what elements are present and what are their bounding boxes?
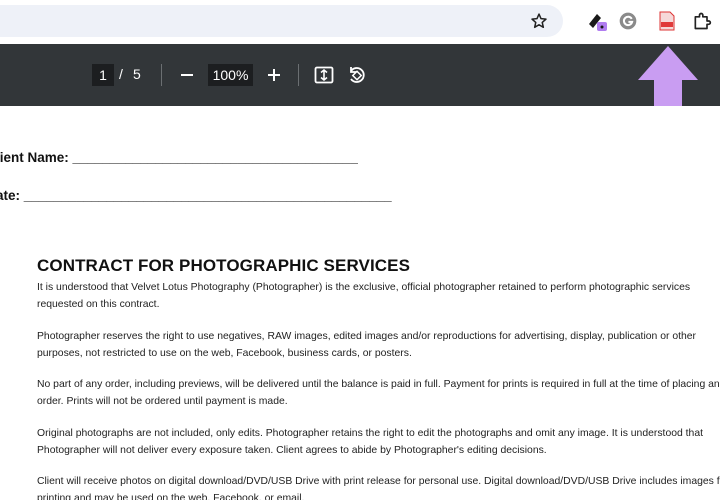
rotate-button[interactable] xyxy=(345,63,369,87)
minus-icon xyxy=(181,74,193,76)
extensions-menu-button[interactable] xyxy=(689,8,715,34)
page-separator: / xyxy=(119,66,123,82)
page-number-input[interactable]: 1 xyxy=(92,64,114,86)
pen-extension-icon xyxy=(589,14,607,31)
date-field: ate: ___________________________________… xyxy=(0,188,392,203)
paragraph: Original photographs are not included, o… xyxy=(37,428,703,456)
pdf-viewer-window: 1 / 5 100% lient Name: _________________… xyxy=(0,0,720,500)
pdf-page: lient Name: ____________________________… xyxy=(0,106,720,500)
puzzle-icon xyxy=(694,12,712,30)
toolbar-divider xyxy=(161,64,162,86)
star-icon xyxy=(531,13,547,29)
client-name-field: lient Name: ____________________________… xyxy=(0,150,358,165)
paragraph: Client will receive photos on digital do… xyxy=(37,476,720,500)
fit-to-page-button[interactable] xyxy=(312,63,336,87)
zoom-level-input[interactable]: 100% xyxy=(208,64,253,86)
fit-page-icon xyxy=(314,66,334,84)
address-bar[interactable] xyxy=(0,5,563,37)
zoom-in-button[interactable] xyxy=(263,64,285,86)
zoom-out-button[interactable] xyxy=(176,64,198,86)
extension-grammar-button[interactable] xyxy=(615,8,641,34)
bookmark-star-button[interactable] xyxy=(527,9,551,33)
extension-pdf-button[interactable] xyxy=(654,8,680,34)
rotate-icon xyxy=(350,67,365,83)
paragraph: Photographer reserves the right to use n… xyxy=(37,331,697,359)
pdf-extension-icon xyxy=(659,11,675,31)
toolbar-divider xyxy=(298,64,299,86)
grammar-extension-icon xyxy=(619,12,637,30)
page-total: 5 xyxy=(133,66,141,82)
browser-top-bar xyxy=(0,0,720,44)
document-title: CONTRACT FOR PHOTOGRAPHIC SERVICES xyxy=(37,256,411,275)
plus-icon xyxy=(268,69,280,81)
paragraph: No part of any order, including previews… xyxy=(37,379,720,407)
paragraph: It is understood that Velvet Lotus Photo… xyxy=(37,282,691,310)
extension-pen-button[interactable] xyxy=(585,8,611,34)
